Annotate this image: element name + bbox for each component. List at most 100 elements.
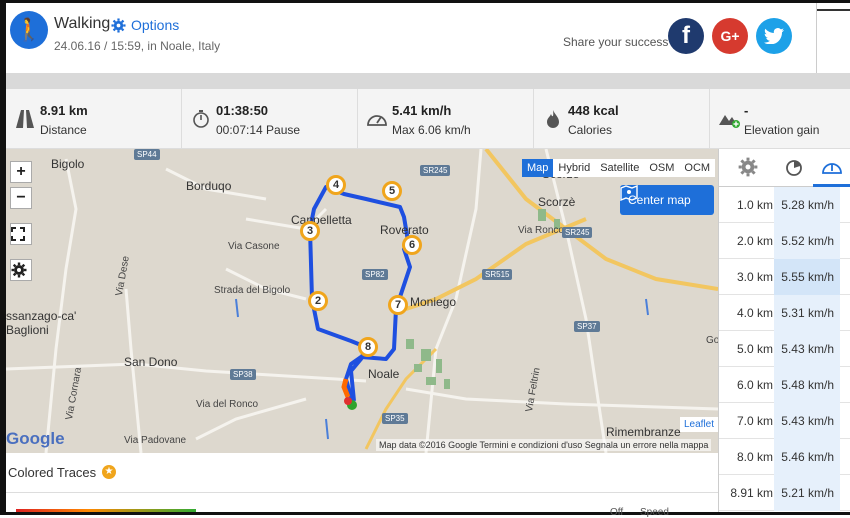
zoom-in-button[interactable]: + (10, 161, 32, 183)
leaflet-link[interactable]: Leaflet (680, 417, 718, 432)
map-place: Moniego (410, 295, 457, 309)
km-marker[interactable]: 2 (308, 291, 328, 311)
speedometer-icon (366, 109, 388, 131)
split-km: 8.0 km (736, 450, 773, 464)
map-type-ocm[interactable]: OCM (679, 159, 715, 177)
map-icon (620, 185, 638, 201)
activity-title: Walking (54, 15, 111, 32)
km-marker[interactable]: 3 (300, 221, 320, 241)
walking-icon: 🚶 (10, 11, 48, 49)
km-marker[interactable]: 8 (358, 337, 378, 357)
km-marker[interactable]: 7 (388, 295, 408, 315)
map-settings-button[interactable] (10, 259, 32, 281)
header-divider (6, 73, 850, 89)
stat-calories: 448 kcal Calories (534, 89, 710, 149)
road-shield: SP37 (574, 321, 600, 332)
stat-label: 00:07:14 Pause (216, 123, 301, 137)
colored-traces-label: Colored Traces (8, 465, 97, 480)
scrollbar-area (816, 3, 850, 73)
road-shield: SR245 (420, 165, 451, 176)
googleplus-share-button[interactable]: G+ (712, 18, 748, 54)
share-text: Share your success (563, 35, 669, 49)
map-place: Via Padovane (124, 435, 187, 446)
star-icon: ★ (102, 465, 116, 479)
traces-controls: Off Speed (6, 493, 718, 518)
stat-distance: 8.91 km Distance (6, 89, 182, 149)
map-attribution[interactable]: Map data ©2016 Google Termini e condizio… (376, 439, 712, 451)
options-label: Options (131, 17, 180, 33)
traces-off-option[interactable]: Off (610, 507, 623, 518)
stopwatch-icon (190, 109, 212, 131)
map-place: Golf (706, 335, 718, 346)
stat-duration: 01:38:50 00:07:14 Pause (182, 89, 358, 149)
gear-icon (11, 262, 27, 278)
stat-value: 01:38:50 (216, 103, 269, 118)
map-place: Strada del Bigolo (214, 285, 291, 296)
map-type-hybrid[interactable]: Hybrid (553, 159, 595, 177)
split-km: 4.0 km (736, 306, 773, 320)
map-place: ssanzago-ca' Baglioni (6, 309, 77, 337)
split-speed: 5.55 km/h (774, 259, 840, 295)
gear-icon[interactable] (737, 157, 759, 179)
fullscreen-button[interactable] (10, 223, 32, 245)
stat-value: 8.91 km (40, 103, 88, 118)
splits-panel: 1.0 km 5.28 km/h 2.0 km 5.52 km/h 3.0 km 5.… (718, 149, 850, 512)
map-place: Roverato (380, 223, 429, 237)
twitter-share-button[interactable] (756, 18, 792, 54)
map-canvas (6, 149, 718, 453)
colored-traces-section: Colored Traces ★ (6, 453, 718, 493)
stat-value: 5.41 km/h (392, 103, 452, 118)
splits-header (719, 149, 850, 187)
split-row: 6.0 km 5.48 km/h (719, 367, 850, 403)
road-icon (14, 109, 36, 131)
stat-speed: 5.41 km/h Max 6.06 km/h (358, 89, 534, 149)
map-type-map[interactable]: Map (522, 159, 554, 177)
split-row: 8.0 km 5.46 km/h (719, 439, 850, 475)
map-place: San Dono (124, 355, 178, 369)
split-speed: 5.21 km/h (774, 475, 840, 511)
split-row: 4.0 km 5.31 km/h (719, 295, 850, 331)
split-speed: 5.52 km/h (774, 223, 840, 259)
road-shield: SP35 (382, 413, 408, 424)
km-marker[interactable]: 6 (402, 235, 422, 255)
road-shield: SR515 (482, 269, 513, 280)
google-logo: Google (6, 429, 65, 448)
split-row: 8.91 km 5.21 km/h (719, 475, 850, 511)
split-speed: 5.46 km/h (774, 439, 840, 475)
km-marker[interactable]: 4 (326, 175, 346, 195)
zoom-out-button[interactable]: − (10, 187, 32, 209)
map-place: Via Casone (228, 241, 280, 252)
tab-speed[interactable] (813, 149, 850, 187)
center-map-button[interactable]: Center map (620, 185, 714, 215)
split-km: 8.91 km (730, 486, 773, 500)
stat-label: Elevation gain (744, 123, 820, 137)
map-type-osm[interactable]: OSM (644, 159, 679, 177)
split-row: 2.0 km 5.52 km/h (719, 223, 850, 259)
elevation-icon (718, 109, 740, 131)
flame-icon (542, 109, 564, 131)
split-km: 3.0 km (736, 270, 773, 284)
split-km: 5.0 km (736, 342, 773, 356)
activity-subtitle: 24.06.16 / 15:59, in Noale, Italy (54, 39, 221, 53)
options-link[interactable]: Options (111, 17, 179, 33)
route-map[interactable]: Bigolo Borduqo Cappelletta Roverato Via … (6, 149, 718, 453)
split-km: 2.0 km (736, 234, 773, 248)
activity-header: 🚶 Walking Options 24.06.16 / 15:59, in N… (6, 3, 818, 73)
split-row: 7.0 km 5.43 km/h (719, 403, 850, 439)
km-marker[interactable]: 5 (382, 181, 402, 201)
twitter-icon (764, 28, 784, 45)
split-km: 7.0 km (736, 414, 773, 428)
facebook-share-button[interactable]: f (668, 18, 704, 54)
stat-value: - (744, 103, 749, 118)
map-place: Scorzè (538, 195, 576, 209)
stopwatch-icon[interactable] (783, 157, 805, 179)
stat-label: Calories (568, 123, 613, 137)
traces-speed-option[interactable]: Speed (640, 507, 669, 518)
map-place: Cappelletta (291, 213, 352, 227)
road-shield: SP82 (362, 269, 388, 280)
split-row: 3.0 km 5.55 km/h (719, 259, 850, 295)
speedometer-icon (822, 163, 842, 174)
road-shield: SR245 (562, 227, 593, 238)
map-type-satellite[interactable]: Satellite (595, 159, 644, 177)
stat-elevation: - Elevation gain (710, 89, 850, 149)
